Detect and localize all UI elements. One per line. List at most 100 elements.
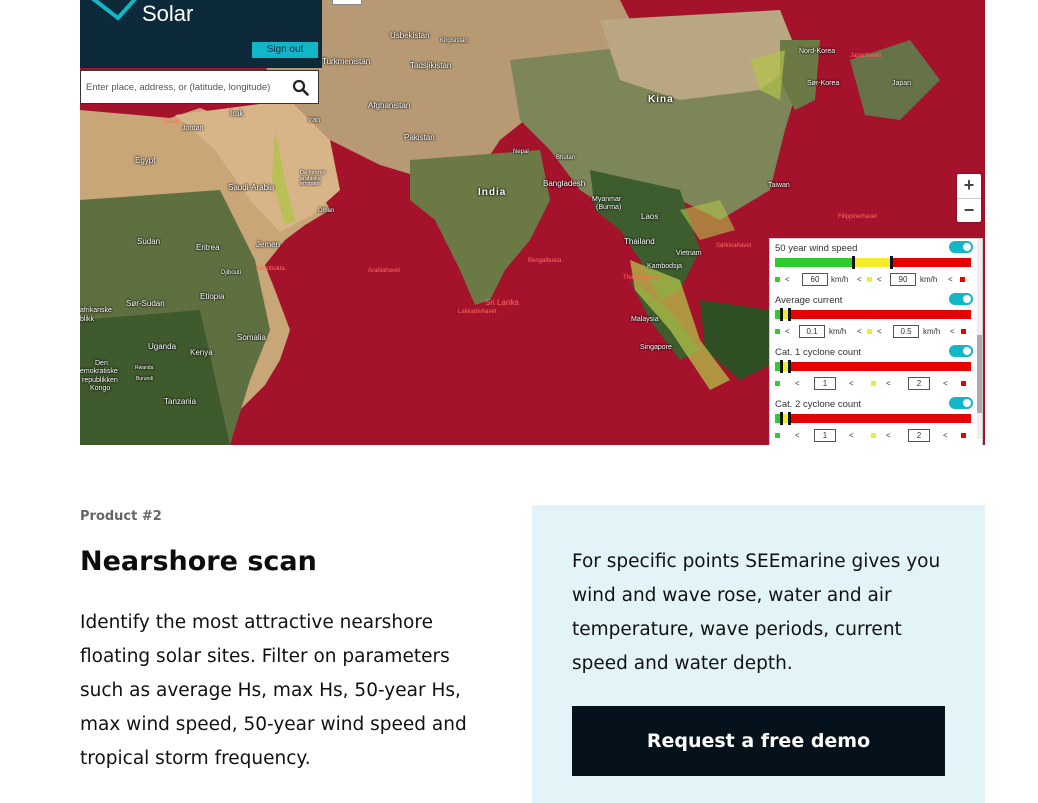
logo-mark-icon <box>91 0 137 21</box>
max-value-input[interactable]: 90 <box>890 273 916 286</box>
filter-average-current: Average current < 0.1 km/h < < 0.5 km/h … <box>775 293 973 345</box>
location-search-box <box>80 70 319 104</box>
map-label: Jemen <box>256 240 281 249</box>
map-label: Kongo <box>90 385 111 392</box>
map-label: Malaysia <box>631 316 659 323</box>
map-label: Etiopia <box>200 292 225 301</box>
map-label: Sri Lanka <box>485 298 519 307</box>
filter-scrollbar[interactable] <box>977 239 982 439</box>
map-label: India <box>478 187 507 198</box>
range-handle-high[interactable] <box>788 412 791 425</box>
filter-values-row: < 1 < < 2 < <box>775 377 973 391</box>
green-marker <box>775 433 780 438</box>
map-label: Kirgisistan <box>440 38 468 44</box>
yellow-marker <box>867 277 872 282</box>
yellow-marker <box>867 329 872 334</box>
red-marker <box>961 433 966 438</box>
search-icon[interactable] <box>292 79 309 96</box>
max-value-input[interactable]: 2 <box>908 429 930 442</box>
map-label: Den <box>95 360 108 367</box>
range-handle-low[interactable] <box>780 308 783 321</box>
filter-values-row: < 0.1 km/h < < 0.5 km/h < <box>775 325 973 339</box>
sign-out-button[interactable]: Sign out <box>252 42 318 58</box>
max-value-input[interactable]: 0.5 <box>893 325 919 338</box>
red-marker <box>961 381 966 386</box>
map-label: Thailandbukta <box>623 275 661 281</box>
location-search-input[interactable] <box>86 71 286 103</box>
filter-range-bar[interactable] <box>775 256 971 269</box>
map-label: afrikanske <box>80 307 112 314</box>
map-label: Sudan <box>137 237 161 246</box>
range-yellow <box>853 258 891 267</box>
map-label: Bengalbukta <box>528 258 562 264</box>
map-label: Adenbukta <box>256 266 285 272</box>
map-label: Vietnam <box>676 250 702 257</box>
map-label: Usbekistan <box>390 31 430 40</box>
map-label: Somalia <box>237 333 266 342</box>
map-label: Singapore <box>640 344 672 351</box>
map-label: Uganda <box>148 342 177 351</box>
product-title: Nearshore scan <box>80 546 317 577</box>
map-label: Pakistan <box>404 133 435 142</box>
map-label: republikken <box>82 377 118 384</box>
product-eyebrow: Product #2 <box>80 509 162 524</box>
filter-range-bar[interactable] <box>775 412 971 425</box>
map-label: Rwanda <box>135 365 154 371</box>
zoom-in-button[interactable]: + <box>957 174 981 198</box>
map-label: Tanzania <box>164 397 197 406</box>
map-label: Saudi-Arabia <box>228 183 275 192</box>
map-label: Oman <box>318 208 335 214</box>
app-header: Solar Sign out <box>80 0 322 68</box>
map-label: Israel <box>164 119 179 125</box>
green-marker <box>775 381 780 386</box>
map-label: emokratiske <box>80 368 118 375</box>
header-menu-button[interactable] <box>332 0 362 5</box>
range-handle-low[interactable] <box>852 256 855 269</box>
max-value-input[interactable]: 2 <box>908 377 930 390</box>
map-label: Sør-Korea <box>807 80 840 87</box>
filter-values-row: < 60 km/h < < 90 km/h < <box>775 273 973 287</box>
map-label: Djibouti <box>221 270 242 276</box>
map-label: blikk <box>80 316 95 323</box>
range-handle-high[interactable] <box>890 256 893 269</box>
red-marker <box>960 277 965 282</box>
map-label: Laos <box>641 212 659 221</box>
scrollbar-thumb[interactable] <box>977 335 982 413</box>
filter-wind-speed: 50 year wind speed < 60 km/h < < 90 km/h… <box>775 241 973 293</box>
map-view[interactable]: Usbekistan Kirgisistan Turkmenistan Tads… <box>80 0 985 445</box>
map-label: Myanmar <box>592 196 622 203</box>
callout-text: For specific points SEEmarine gives you … <box>572 551 941 674</box>
zoom-controls: + − <box>957 174 981 222</box>
map-label: Nord-Korea <box>799 48 836 55</box>
map-label: Sør-Sudan <box>126 299 165 308</box>
map-label: Sørkinahavet <box>716 243 752 249</box>
request-demo-button[interactable]: Request a free demo <box>572 706 945 776</box>
filter-toggle[interactable] <box>949 241 973 253</box>
range-handle-low[interactable] <box>780 412 783 425</box>
range-handle-high[interactable] <box>788 360 791 373</box>
filter-toggle[interactable] <box>949 397 973 409</box>
min-value-input[interactable]: 1 <box>814 377 836 390</box>
demo-callout: For specific points SEEmarine gives you … <box>532 505 985 803</box>
map-label: Burundi <box>136 376 154 382</box>
filter-toggle[interactable] <box>949 293 973 305</box>
range-green <box>775 258 853 267</box>
yellow-marker <box>871 433 876 438</box>
min-value-input[interactable]: 1 <box>814 429 836 442</box>
filter-toggle[interactable] <box>949 345 973 357</box>
range-handle-high[interactable] <box>788 308 791 321</box>
map-label: De forente arabiske emirater <box>300 170 326 187</box>
min-value-input[interactable]: 60 <box>802 273 828 286</box>
zoom-out-button[interactable]: − <box>957 198 981 222</box>
map-label: Nepal <box>513 149 529 155</box>
map-label: Lakkadivhavet <box>458 309 497 315</box>
yellow-marker <box>871 381 876 386</box>
range-handle-low[interactable] <box>780 360 783 373</box>
green-marker <box>775 277 780 282</box>
min-value-input[interactable]: 0.1 <box>799 325 825 338</box>
filter-range-bar[interactable] <box>775 308 971 321</box>
map-label: Taiwan <box>768 182 790 189</box>
filter-range-bar[interactable] <box>775 360 971 373</box>
map-label: Egypt <box>135 156 156 165</box>
filter-values-row: < 1 < < 2 < <box>775 429 973 443</box>
